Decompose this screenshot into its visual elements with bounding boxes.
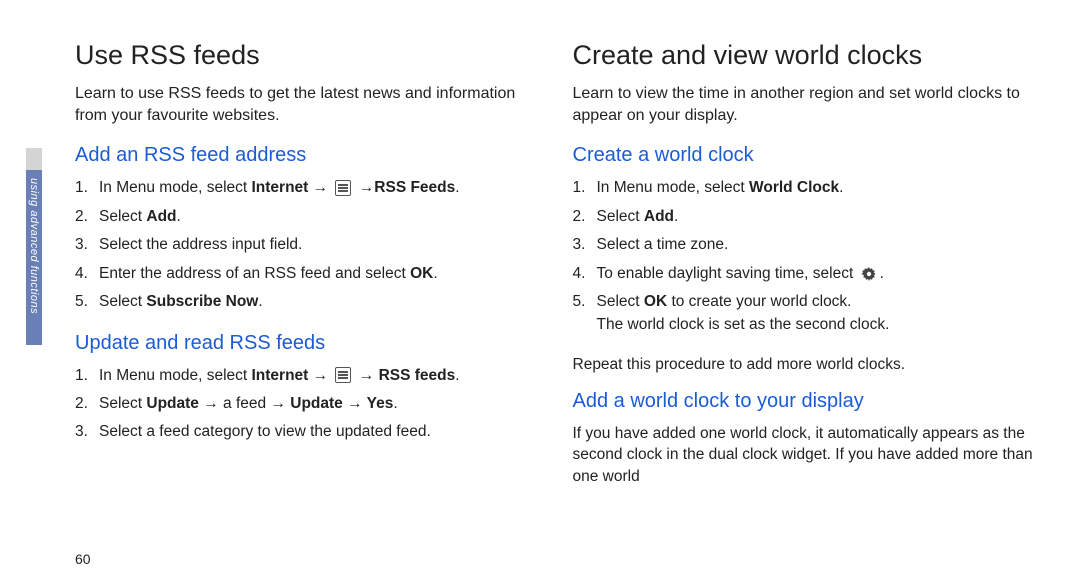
- subheading-create-clock: Create a world clock: [573, 144, 1041, 167]
- step-item: Select a feed category to view the updat…: [75, 421, 543, 443]
- subheading-add-display: Add a world clock to your display: [573, 390, 1041, 413]
- step-item: Select a time zone.: [573, 234, 1041, 256]
- side-tab-inactive: [26, 148, 42, 170]
- side-tab-label: using advanced functions: [26, 175, 42, 345]
- step-item: Select OK to create your world clock. Th…: [573, 291, 1041, 336]
- step-item: Select Add.: [75, 206, 543, 228]
- step-item: Enter the address of an RSS feed and sel…: [75, 263, 543, 285]
- steps-add-rss: In Menu mode, select Internet → →RSS Fee…: [75, 177, 543, 313]
- repeat-note: Repeat this procedure to add more world …: [573, 354, 1041, 376]
- step-item: Select Add.: [573, 206, 1041, 228]
- heading-rss: Use RSS feeds: [75, 40, 543, 71]
- intro-rss: Learn to use RSS feeds to get the latest…: [75, 83, 543, 126]
- steps-create-clock: In Menu mode, select World Clock. Select…: [573, 177, 1041, 336]
- step-item: Select Update → a feed → Update → Yes.: [75, 393, 543, 415]
- menu-icon: [335, 367, 351, 383]
- gear-icon: [861, 266, 877, 282]
- page-content: Use RSS feeds Learn to use RSS feeds to …: [0, 0, 1080, 522]
- step-item: In Menu mode, select World Clock.: [573, 177, 1041, 199]
- intro-clocks: Learn to view the time in another region…: [573, 83, 1041, 126]
- steps-update-rss: In Menu mode, select Internet → → RSS fe…: [75, 365, 543, 444]
- subheading-update-rss: Update and read RSS feeds: [75, 332, 543, 355]
- subheading-add-rss: Add an RSS feed address: [75, 144, 543, 167]
- add-display-text: If you have added one world clock, it au…: [573, 423, 1041, 488]
- step-item: In Menu mode, select Internet → → RSS fe…: [75, 365, 543, 387]
- page-number: 60: [75, 551, 91, 567]
- step-item: To enable daylight saving time, select .: [573, 263, 1041, 285]
- step-item: Select Subscribe Now.: [75, 291, 543, 313]
- menu-icon: [335, 180, 351, 196]
- right-column: Create and view world clocks Learn to vi…: [573, 40, 1041, 502]
- step-item: Select the address input field.: [75, 234, 543, 256]
- left-column: Use RSS feeds Learn to use RSS feeds to …: [75, 40, 543, 502]
- heading-clocks: Create and view world clocks: [573, 40, 1041, 71]
- step-item: In Menu mode, select Internet → →RSS Fee…: [75, 177, 543, 199]
